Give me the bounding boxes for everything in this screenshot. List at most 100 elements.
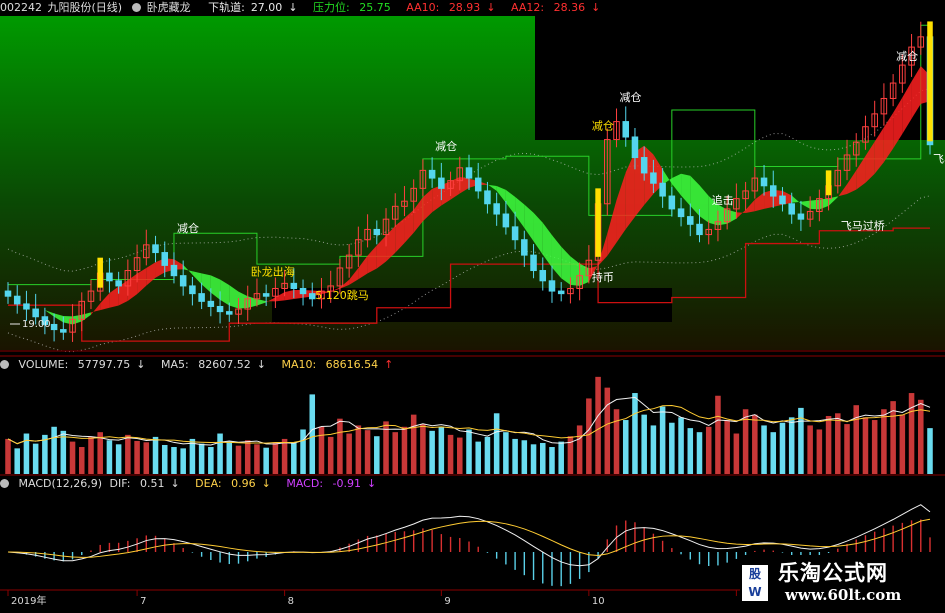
candle bbox=[216, 305, 224, 313]
volume-bar bbox=[493, 413, 500, 474]
candle bbox=[530, 254, 537, 272]
candle bbox=[760, 177, 768, 187]
volume-bar bbox=[272, 442, 279, 474]
volume-bar bbox=[23, 433, 30, 474]
low-price-label: 19.00 bbox=[22, 319, 51, 330]
volume-bar bbox=[908, 393, 915, 474]
x-axis-label: 2019年 bbox=[11, 594, 46, 607]
volume-bar bbox=[918, 399, 924, 474]
brand-logo: 股 W bbox=[742, 565, 768, 601]
volume-bar bbox=[816, 429, 823, 474]
volume-bar bbox=[161, 444, 168, 474]
volume-bar bbox=[42, 434, 48, 474]
volume-value: VOLUME: 57797.75 ↓ bbox=[18, 358, 146, 371]
candle bbox=[548, 280, 556, 292]
volume-bar bbox=[503, 432, 509, 474]
volume-bar bbox=[198, 443, 205, 474]
volume-bar bbox=[622, 420, 629, 474]
annotation-label: 追击 bbox=[712, 193, 734, 207]
volume-bar bbox=[374, 436, 380, 474]
candle bbox=[465, 167, 473, 179]
volume-bar bbox=[576, 425, 583, 474]
x-axis-label: 8 bbox=[288, 596, 294, 607]
candle bbox=[428, 169, 436, 179]
volume-bar bbox=[115, 444, 122, 474]
volume-bar bbox=[78, 447, 85, 474]
volume-bar bbox=[539, 442, 546, 474]
candle bbox=[557, 290, 565, 295]
macd-value: MACD: -0.91 ↓ bbox=[286, 477, 377, 490]
candle bbox=[779, 195, 786, 205]
volume-bar bbox=[355, 425, 362, 474]
volume-bar bbox=[32, 443, 39, 474]
volume-bar bbox=[770, 432, 777, 474]
candle bbox=[13, 295, 21, 305]
volume-bar bbox=[899, 414, 906, 474]
volume-bar bbox=[530, 444, 537, 474]
volume-bar bbox=[788, 417, 795, 474]
candle bbox=[521, 239, 528, 256]
candle bbox=[161, 252, 169, 266]
settings-icon[interactable] bbox=[131, 3, 141, 12]
macd-title: MACD(12,26,9) bbox=[18, 477, 103, 490]
volume-bar bbox=[392, 432, 399, 474]
volume-bar bbox=[152, 436, 159, 474]
settings-icon[interactable] bbox=[0, 479, 9, 488]
volume-bar bbox=[641, 414, 647, 474]
volume-bar bbox=[871, 420, 878, 474]
volume-bar bbox=[807, 425, 813, 474]
volume-bar bbox=[835, 413, 841, 474]
volume-bar bbox=[761, 425, 767, 474]
aa10-label: AA10: 28.93 ↓ bbox=[406, 1, 496, 14]
volume-bar bbox=[189, 438, 196, 474]
volume-bar bbox=[779, 422, 786, 474]
macd-header: MACD(12,26,9) DIF: 0.51 ↓ DEA: 0.96 ↓ MACD… bbox=[0, 476, 388, 492]
candle bbox=[189, 285, 196, 295]
indicator-name[interactable]: 卧虎藏龙 bbox=[147, 1, 191, 14]
chart-canvas[interactable]: 减仓减仓减仓减仓卧龙出海5.120跳马追击减仓持币飞马过桥飞马过桥19.00 2… bbox=[0, 0, 945, 609]
volume-bar bbox=[263, 447, 269, 474]
candle bbox=[50, 323, 58, 331]
volume-bar bbox=[475, 441, 481, 474]
candle bbox=[207, 300, 215, 307]
candle bbox=[290, 282, 298, 290]
stock-code: 002242 bbox=[0, 1, 42, 14]
annotation-label: 5.120跳马 bbox=[315, 288, 369, 302]
volume-bar bbox=[881, 409, 887, 474]
candle bbox=[769, 185, 777, 197]
volume-bar bbox=[291, 442, 297, 474]
volume-bar bbox=[300, 429, 306, 474]
annotation-label: 减仓 bbox=[435, 139, 457, 153]
stock-name[interactable]: 九阳股份(日线) bbox=[48, 1, 123, 14]
volume-bar bbox=[484, 436, 491, 474]
volume-bar bbox=[5, 438, 11, 474]
volume-bar bbox=[659, 406, 666, 474]
candle bbox=[226, 311, 233, 315]
volume-bar bbox=[244, 440, 251, 474]
annotation-label: 减仓 bbox=[592, 118, 614, 132]
chart-window: 减仓减仓减仓减仓卧龙出海5.120跳马追击减仓持币飞马过桥飞马过桥19.00 2… bbox=[0, 0, 945, 609]
x-axis-label: 9 bbox=[444, 596, 450, 607]
volume-bar bbox=[678, 417, 684, 474]
volume-bar bbox=[549, 447, 555, 474]
volume-bar bbox=[438, 426, 445, 474]
volume-bar bbox=[309, 394, 316, 474]
candle bbox=[696, 223, 703, 236]
volume-bar bbox=[143, 442, 150, 474]
volume-bar bbox=[410, 414, 417, 474]
candle bbox=[668, 195, 676, 210]
volume-bar bbox=[217, 433, 223, 474]
volume-bar bbox=[337, 418, 343, 474]
annotation-label: 飞马过桥 bbox=[841, 219, 885, 232]
volume-bar bbox=[853, 405, 860, 474]
volume-bar bbox=[208, 447, 214, 474]
volume-bar bbox=[125, 434, 131, 474]
volume-bar bbox=[466, 429, 472, 474]
candle bbox=[788, 203, 795, 215]
volume-bar bbox=[844, 424, 850, 474]
volume-bar bbox=[69, 441, 76, 474]
candle bbox=[484, 190, 491, 205]
volume-bar bbox=[171, 447, 177, 474]
brand-watermark: 股 W 乐淘公式网 www.60lt.com bbox=[740, 555, 945, 609]
settings-icon[interactable] bbox=[0, 360, 9, 369]
